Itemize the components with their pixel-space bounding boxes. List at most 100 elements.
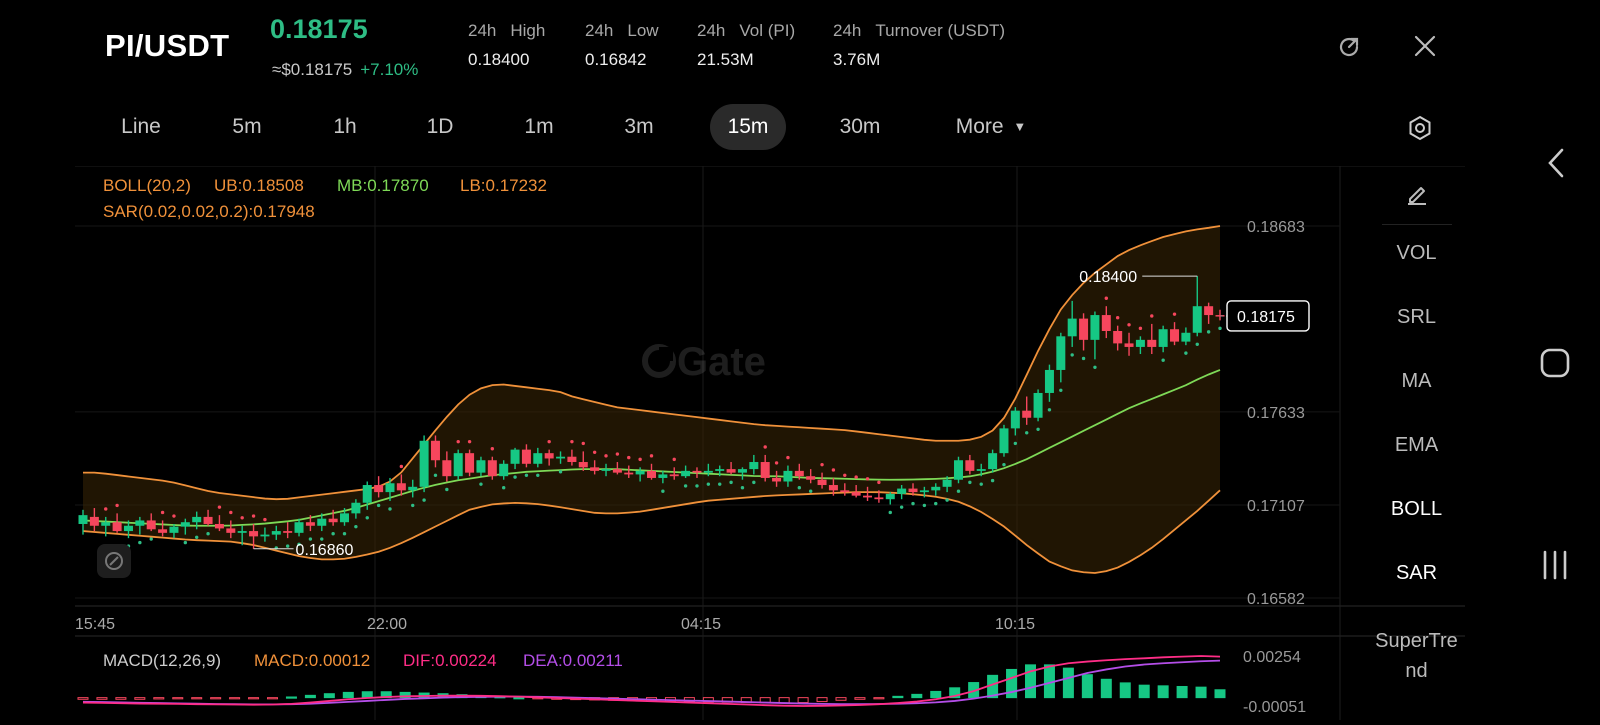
tab-1h[interactable]: 1h [325,104,365,150]
candle-body [453,453,463,477]
macd-legend-name: MACD(12,26,9) [103,651,221,670]
candle-body [1135,339,1145,347]
nav-home-icon[interactable] [1540,348,1570,383]
sar-dot [979,482,983,486]
y-tick-label: 0.16582 [1247,591,1305,608]
candle-body [874,497,884,500]
sar-dot [1013,441,1018,446]
sar-dot [911,501,915,506]
macd-legend-dif: DIF:0.00224 [403,651,497,670]
sar-dot [365,516,369,520]
kline-chart[interactable]: Gate 0.18683 0.17633 0.17107 0.16582 15:45 22… [75,165,1465,720]
sar-dot [604,454,608,458]
candle-body [737,469,747,473]
sar-dot [854,475,858,479]
sar-dot [217,505,222,509]
candle-body [214,523,224,529]
sar-dot [354,524,358,529]
sar-dot [251,514,256,518]
sar-dot [1195,342,1199,346]
macd-tick-label: -0.00051 [1243,699,1306,716]
candle-body [976,469,986,471]
tab-1d[interactable]: 1D [420,104,460,150]
tab-line[interactable]: Line [110,104,172,150]
macd-bar [1119,682,1131,699]
macd-bar [1062,667,1074,699]
candle-body [863,495,873,498]
candle-body [692,470,702,473]
candle-body [965,460,975,471]
macd-bar [1157,685,1169,699]
candle-body [988,453,998,470]
indicator-srl[interactable]: SRL [1368,306,1465,329]
indicator-ema[interactable]: EMA [1368,434,1465,457]
tab-3m[interactable]: 3m [617,104,661,150]
tab-more[interactable]: More ▼ [950,104,1032,150]
candle-body [772,477,782,482]
sar-dot [831,468,836,472]
candle-body [851,492,861,496]
candle-body [931,486,941,491]
candle-body [590,467,600,471]
tab-5m[interactable]: 5m [220,104,274,150]
sar-dot [1025,431,1029,435]
indicator-sar[interactable]: SAR [1368,562,1465,585]
macd-bar [304,694,316,699]
candle-body [146,520,156,530]
sar-dot [1081,356,1086,361]
sar-dot [104,507,108,511]
x-tick-label: 10:15 [995,616,1035,633]
sar-dot [490,447,495,451]
macd-bar [1081,674,1093,699]
candle-body [317,518,327,526]
candle-body [1079,318,1089,340]
indicator-boll[interactable]: BOLL [1368,498,1465,521]
candle-body [669,474,679,477]
boll-legend-ub: UB:0.18508 [214,176,304,195]
tab-1m[interactable]: 1m [517,104,561,150]
sar-dot [547,439,551,444]
indicator-supertrend[interactable]: SuperTre nd [1368,626,1465,686]
stat-high-label: 24h High [468,21,546,40]
macd-bar [513,697,525,700]
candle-body [101,522,111,526]
tab-15m[interactable]: 15m [710,104,786,150]
candle-body [658,474,668,478]
sar-dot [308,537,313,541]
candle-body [158,529,168,533]
sar-dot [763,445,767,449]
candle-body [1056,336,1066,370]
sar-dot [229,510,233,515]
tab-30m[interactable]: 30m [832,104,888,150]
sar-dot [445,487,449,492]
svg-text:Gate: Gate [677,340,766,384]
sar-dot [820,462,824,467]
candle-body [624,472,634,475]
candle-body [510,449,520,464]
chart-type-icon[interactable] [97,544,131,578]
indicator-ma[interactable]: MA [1368,370,1465,393]
sar-dot [786,455,790,460]
refresh-icon[interactable] [1336,34,1362,60]
candle-body [567,456,577,463]
high-marker-label: 0.18400 [1079,269,1137,286]
caret-down-icon: ▼ [1013,119,1027,134]
candle-body [1158,329,1168,347]
candle-body [828,485,838,491]
candle-body [897,488,907,494]
close-icon[interactable] [1412,33,1438,59]
candle-body [1090,315,1100,340]
indicator-vol[interactable]: VOL [1368,242,1465,265]
current-price-label: 0.18175 [1237,309,1295,326]
pair-title[interactable]: PI/USDT [105,28,229,64]
nav-back-icon[interactable] [1544,146,1568,185]
nav-recents-icon[interactable] [1540,550,1570,585]
sar-dot [558,470,563,474]
candle-body [362,485,372,503]
settings-hexagon-icon[interactable] [1406,114,1434,142]
macd-bar [1195,686,1207,699]
sar-dot [570,439,574,444]
candle-body [180,522,190,527]
draw-pencil-icon[interactable] [1368,180,1465,212]
candle-body [1022,410,1032,418]
